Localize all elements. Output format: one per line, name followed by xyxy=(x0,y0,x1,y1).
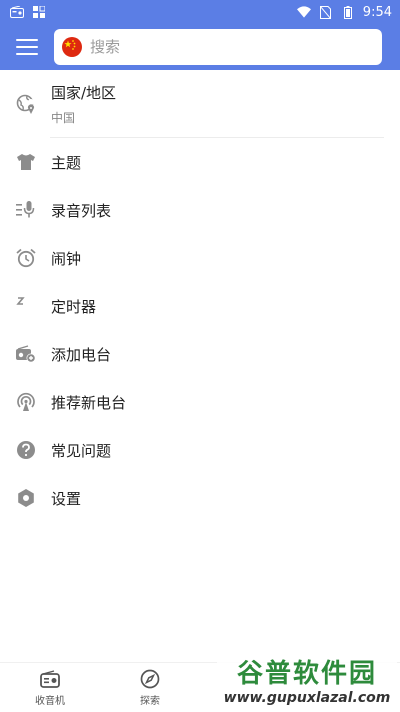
watermark: 谷普软件园 www.gupuxlazal.com xyxy=(217,648,397,710)
compass-icon xyxy=(140,669,160,689)
alarm-icon xyxy=(16,248,36,268)
menu-item-label: 主题 xyxy=(51,153,82,172)
help-icon xyxy=(16,440,36,460)
settings-icon xyxy=(16,488,36,508)
menu-item-add-station[interactable]: 添加电台 xyxy=(0,330,400,378)
menu-item-label: 录音列表 xyxy=(51,201,112,220)
status-bar: 9:54 xyxy=(0,0,400,24)
wifi-icon xyxy=(296,5,311,19)
tab-radio[interactable]: 收音机 xyxy=(0,663,100,712)
menu-item-faq[interactable]: 常见问题 xyxy=(0,426,400,474)
tab-label: 收音机 xyxy=(35,695,65,707)
watermark-url: www.gupuxlazal.com xyxy=(223,689,391,706)
globe-location-icon xyxy=(16,94,36,114)
recording-list-icon xyxy=(16,200,36,220)
menu-item-recording-list[interactable]: 录音列表 xyxy=(0,186,400,234)
broadcast-icon xyxy=(16,392,36,412)
menu-item-label: 推荐新电台 xyxy=(51,393,127,412)
tab-explore[interactable]: 探索 xyxy=(100,663,200,712)
drawer-menu: 国家/地区 中国 主题 录音列表 闹钟 定时器 添加电台 推荐新电台 常见问题 … xyxy=(0,70,400,522)
menu-item-label: 设置 xyxy=(51,489,82,508)
search-input[interactable] xyxy=(90,38,330,56)
menu-item-label: 闹钟 xyxy=(51,249,82,268)
menu-item-theme[interactable]: 主题 xyxy=(0,138,400,186)
menu-item-label: 定时器 xyxy=(51,297,97,316)
china-flag-icon[interactable] xyxy=(62,37,82,57)
watermark-title: 谷普软件园 xyxy=(236,658,377,689)
search-box[interactable] xyxy=(54,29,382,65)
add-radio-icon xyxy=(16,344,36,364)
region-label: 国家/地区 xyxy=(51,83,117,102)
sleep-timer-icon xyxy=(16,296,36,316)
radio-icon xyxy=(40,669,60,689)
menu-item-label: 常见问题 xyxy=(51,441,112,460)
menu-item-label: 添加电台 xyxy=(51,345,112,364)
menu-item-region[interactable]: 国家/地区 中国 xyxy=(0,70,400,137)
tab-label: 探索 xyxy=(140,695,160,707)
menu-item-recommend-station[interactable]: 推荐新电台 xyxy=(0,378,400,426)
clock: 9:54 xyxy=(362,4,392,20)
menu-item-settings[interactable]: 设置 xyxy=(0,474,400,522)
hamburger-menu-icon[interactable] xyxy=(16,39,38,55)
radio-notification-icon xyxy=(10,5,24,19)
app-bar xyxy=(0,24,400,70)
no-sim-icon xyxy=(319,5,333,19)
tshirt-icon xyxy=(16,152,36,172)
app-grid-notification-icon xyxy=(32,5,46,19)
menu-item-alarm[interactable]: 闹钟 xyxy=(0,234,400,282)
menu-item-timer[interactable]: 定时器 xyxy=(0,282,400,330)
battery-icon xyxy=(341,5,355,19)
region-value: 中国 xyxy=(51,110,76,125)
